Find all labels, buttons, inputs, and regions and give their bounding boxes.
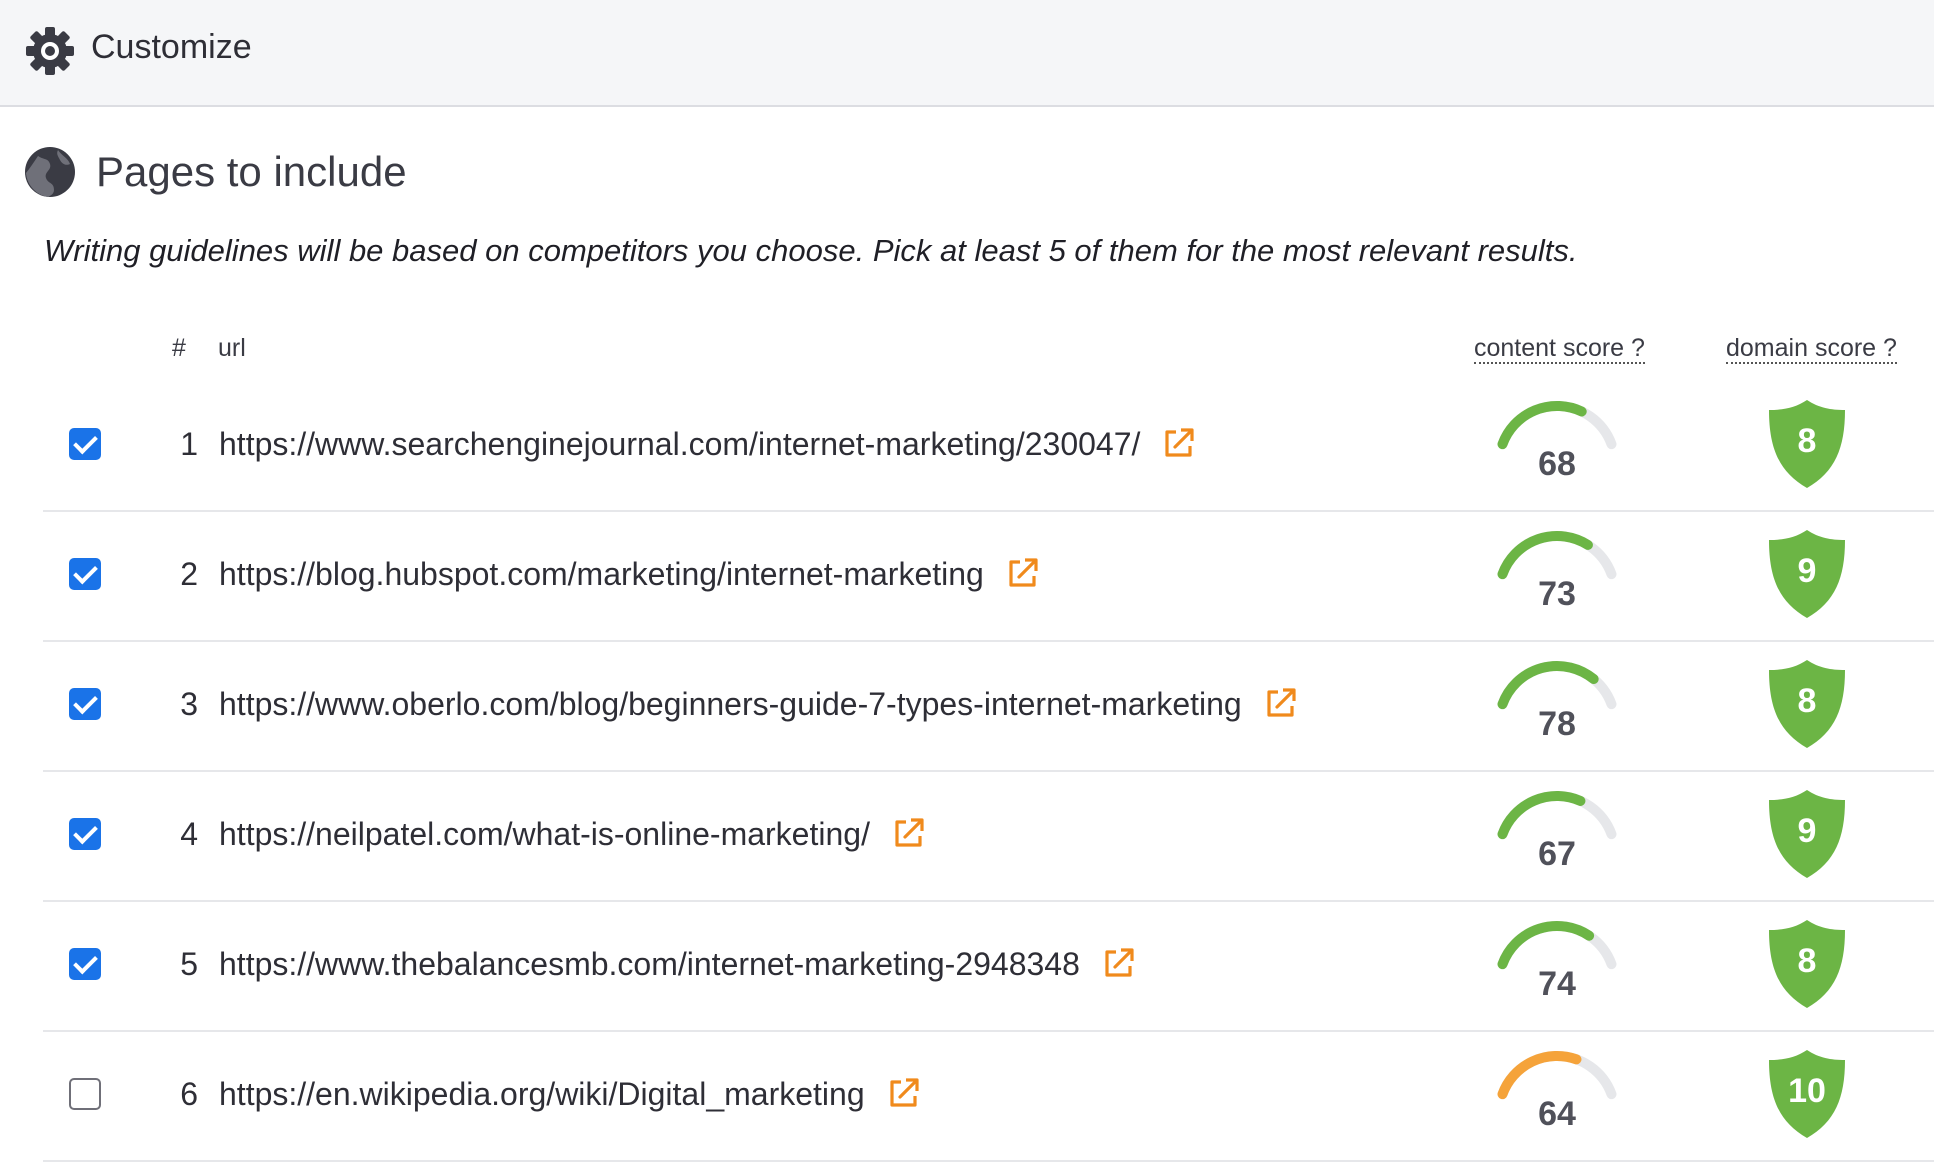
gauge-fill <box>1497 661 1599 710</box>
table-row: 2 https://blog.hubspot.com/marketing/inte… <box>43 512 1934 642</box>
include-checkbox[interactable] <box>69 818 101 850</box>
row-number: 2 <box>180 556 198 592</box>
table-row: 5 https://www.thebalancesmb.com/internet-… <box>43 902 1934 1032</box>
external-link-icon[interactable] <box>1102 946 1136 980</box>
table-row: 4 https://neilpatel.com/what-is-online-ma… <box>43 772 1934 902</box>
row-number: 3 <box>180 686 198 722</box>
table-row: 6 https://en.wikipedia.org/wiki/Digital_m… <box>43 1032 1934 1162</box>
external-link-icon[interactable] <box>1162 426 1196 460</box>
section-subtitle: Writing guidelines will be based on comp… <box>44 233 1578 268</box>
domain-score-value: 8 <box>1798 942 1817 980</box>
include-checkbox[interactable] <box>69 428 101 460</box>
content-score-value: 68 <box>1538 445 1576 483</box>
row-number: 1 <box>180 426 198 462</box>
content-score-value: 74 <box>1538 965 1576 1003</box>
external-link-icon[interactable] <box>1264 686 1298 720</box>
include-checkbox[interactable] <box>69 948 101 980</box>
domain-score-shield-icon: 10 <box>1769 1050 1845 1138</box>
url-cell: https://en.wikipedia.org/wiki/Digital_ma… <box>219 1076 921 1114</box>
gauge-fill <box>1497 401 1587 450</box>
domain-score-value: 9 <box>1798 812 1817 850</box>
domain-score-value: 8 <box>1798 422 1817 460</box>
url-text: https://blog.hubspot.com/marketing/inter… <box>219 556 984 592</box>
domain-score-shield-icon: 8 <box>1769 400 1845 488</box>
url-text: https://www.thebalancesmb.com/internet-m… <box>219 946 1080 982</box>
domain-score-shield-icon: 9 <box>1769 530 1845 618</box>
content-score-gauge: 74 <box>1497 921 1617 1003</box>
table-row: 1 https://www.searchenginejournal.com/int… <box>43 382 1934 512</box>
row-number: 4 <box>180 816 198 852</box>
column-header-number: # <box>172 334 186 362</box>
url-text: https://www.oberlo.com/blog/beginners-gu… <box>219 686 1242 722</box>
top-bar: Customize <box>0 0 1934 107</box>
globe-icon <box>25 147 75 197</box>
include-checkbox[interactable] <box>69 558 101 590</box>
url-text: https://www.searchenginejournal.com/inte… <box>219 426 1141 462</box>
url-cell: https://www.oberlo.com/blog/beginners-gu… <box>219 686 1298 724</box>
column-header-domain-score[interactable]: domain score ? <box>1726 334 1897 364</box>
customize-title: Customize <box>91 28 252 66</box>
domain-score-shield-icon: 9 <box>1769 790 1845 878</box>
domain-score-value: 9 <box>1798 552 1817 590</box>
row-number: 6 <box>180 1076 198 1112</box>
include-checkbox[interactable] <box>69 688 101 720</box>
content-score-gauge: 68 <box>1497 401 1617 483</box>
domain-score-value: 10 <box>1788 1072 1826 1110</box>
url-cell: https://blog.hubspot.com/marketing/inter… <box>219 556 1040 594</box>
content-score-gauge: 73 <box>1497 531 1617 613</box>
column-header-url: url <box>218 334 246 362</box>
content-score-value: 67 <box>1538 835 1576 873</box>
url-text: https://neilpatel.com/what-is-online-mar… <box>219 816 870 852</box>
url-text: https://en.wikipedia.org/wiki/Digital_ma… <box>219 1076 865 1112</box>
content-score-gauge: 64 <box>1497 1051 1617 1133</box>
gauge-fill <box>1497 921 1595 970</box>
content-score-gauge: 67 <box>1497 791 1617 873</box>
content-score-gauge: 78 <box>1497 661 1617 743</box>
gauge-fill <box>1497 791 1586 840</box>
section-title: Pages to include <box>96 148 407 195</box>
url-cell: https://www.searchenginejournal.com/inte… <box>219 426 1196 464</box>
gear-icon <box>26 27 74 75</box>
external-link-icon[interactable] <box>892 816 926 850</box>
content-score-value: 64 <box>1538 1095 1576 1133</box>
row-number: 5 <box>180 946 198 982</box>
domain-score-value: 8 <box>1798 682 1817 720</box>
gauge-fill <box>1497 1051 1582 1100</box>
domain-score-shield-icon: 8 <box>1769 920 1845 1008</box>
content-score-value: 78 <box>1538 705 1576 743</box>
domain-score-shield-icon: 8 <box>1769 660 1845 748</box>
include-checkbox[interactable] <box>69 1078 101 1110</box>
table-row: 3 https://www.oberlo.com/blog/beginners-g… <box>43 642 1934 772</box>
url-cell: https://www.thebalancesmb.com/internet-m… <box>219 946 1136 984</box>
gauge-fill <box>1497 531 1593 580</box>
external-link-icon[interactable] <box>1006 556 1040 590</box>
column-header-content-score[interactable]: content score ? <box>1474 334 1645 364</box>
url-cell: https://neilpatel.com/what-is-online-mar… <box>219 816 926 854</box>
content-score-value: 73 <box>1538 575 1576 613</box>
external-link-icon[interactable] <box>887 1076 921 1110</box>
